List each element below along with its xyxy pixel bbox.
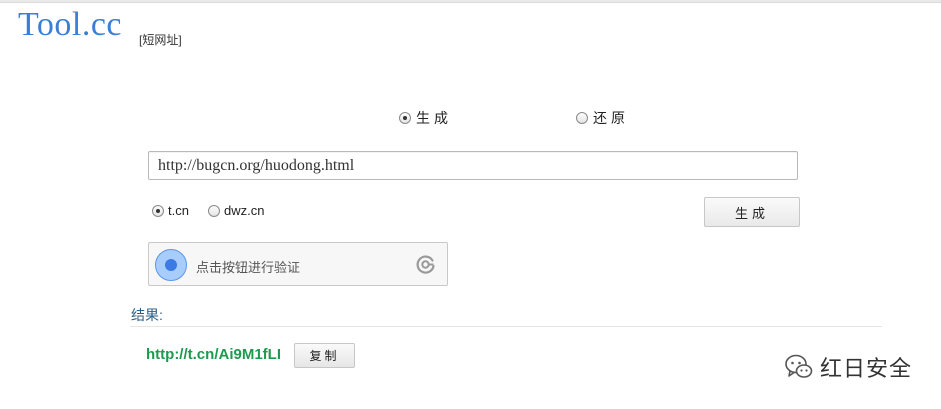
watermark-text: 红日安全 <box>820 356 913 381</box>
wechat-icon <box>785 354 813 378</box>
copy-button[interactable]: 复制 <box>294 343 355 368</box>
result-divider <box>130 326 882 327</box>
short-url-link[interactable]: http://t.cn/Ai9M1fLI <box>146 346 281 363</box>
radio-checked-icon[interactable] <box>152 204 164 217</box>
service-option-dwz[interactable]: dwz.cn <box>208 203 264 218</box>
top-border <box>0 0 941 3</box>
service-option-tcn[interactable]: t.cn <box>152 203 189 218</box>
site-logo[interactable]: Tool.cc <box>18 6 122 44</box>
captcha-target-icon <box>155 249 187 281</box>
mode-generate-label: 生成 <box>416 110 452 126</box>
wechat-watermark: 红日安全 <box>784 351 912 383</box>
service-tcn-label: t.cn <box>168 203 189 218</box>
mode-restore-label: 还原 <box>593 110 629 126</box>
captcha-text: 点击按钮进行验证 <box>196 260 301 275</box>
radio-unchecked-icon[interactable] <box>576 112 588 124</box>
long-url-input[interactable] <box>148 151 798 180</box>
result-label: 结果: <box>131 307 163 323</box>
mode-generate-radio[interactable]: 生成 <box>399 108 452 128</box>
service-dwz-label: dwz.cn <box>224 203 265 218</box>
radio-checked-icon[interactable] <box>399 112 411 124</box>
site-subtitle: [短网址] <box>139 33 182 47</box>
generate-button[interactable]: 生成 <box>704 197 800 227</box>
captcha-logo-icon <box>416 255 435 274</box>
captcha-verify-button[interactable]: 点击按钮进行验证 <box>148 242 448 286</box>
radio-unchecked-icon[interactable] <box>208 204 220 217</box>
mode-restore-radio[interactable]: 还原 <box>576 108 629 128</box>
